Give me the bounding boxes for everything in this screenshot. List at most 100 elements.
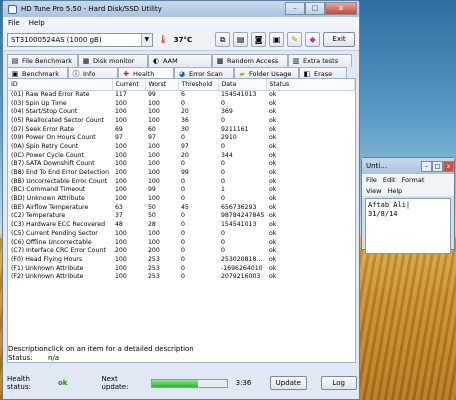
table-row[interactable]: (BD) Unknown Attribute 100 100 0 0 ok bbox=[8, 194, 355, 203]
table-cell: 200 bbox=[115, 247, 127, 255]
table-row[interactable]: (F1) Unknown Attribute 100 253 0 -1696264010… bbox=[8, 264, 355, 273]
table-row[interactable]: (F2) Unknown Attribute 100 253 0 2079216003 o… bbox=[8, 272, 355, 281]
table-cell: 100 bbox=[115, 186, 127, 194]
table-cell: 9211161 bbox=[221, 125, 249, 133]
menu-bar: File Help bbox=[3, 17, 359, 29]
notepad-title-bar[interactable]: Unti... – □ x bbox=[362, 158, 454, 174]
table-cell: (0C) Power Cycle Count bbox=[11, 151, 84, 159]
col-worst[interactable]: Worst bbox=[145, 79, 179, 91]
notepad-menu-file[interactable]: File bbox=[366, 176, 377, 184]
menu-file[interactable]: File bbox=[8, 19, 20, 27]
table-cell: (01) Raw Read Error Rate bbox=[11, 91, 90, 99]
table-cell: (C7) Interface CRC Error Count bbox=[11, 247, 106, 255]
table-cell: (F2) Unknown Attribute bbox=[11, 273, 84, 281]
table-cell: ok bbox=[269, 264, 277, 272]
table-cell: 154541013 bbox=[221, 91, 257, 99]
col-current[interactable]: Current bbox=[112, 79, 146, 91]
table-cell: 0 bbox=[181, 177, 185, 185]
table-row[interactable]: (C2) Temperature 37 50 0 98784247845 ok bbox=[8, 212, 355, 221]
table-row[interactable]: (C5) Current Pending Sector 100 100 0 0 ok bbox=[8, 229, 355, 238]
update-button[interactable]: Update bbox=[270, 376, 307, 390]
next-update-label: Next update: bbox=[101, 375, 129, 391]
chevron-down-icon[interactable]: ▼ bbox=[140, 33, 152, 46]
table-row[interactable]: (0A) Spin Retry Count 100 100 97 0 ok bbox=[8, 142, 355, 151]
col-threshold[interactable]: Threshold bbox=[178, 79, 219, 91]
notepad-menu-row-1: File Edit Format bbox=[362, 174, 454, 185]
table-cell: 0 bbox=[221, 229, 225, 237]
table-row[interactable]: (05) Reallocated Sector Count 100 100 36 0 ok bbox=[8, 116, 355, 125]
monitor-icon: ▦ bbox=[82, 57, 90, 65]
table-cell: ok bbox=[269, 273, 277, 281]
table-row[interactable]: (01) Raw Read Error Rate 117 99 6 154541013 o… bbox=[8, 90, 355, 99]
table-cell: 37 bbox=[115, 212, 123, 220]
menu-help[interactable]: Help bbox=[29, 19, 45, 27]
table-cell: 117 bbox=[115, 91, 127, 99]
table-cell: 0 bbox=[221, 99, 225, 107]
toolbar: ST31000524AS (1000 gB) ▼ 🌡 37°C ⧉ ▤ ◙ ▣ ✎… bbox=[3, 29, 359, 51]
health-panel: ID Current Worst Threshold Data Status (… bbox=[7, 78, 356, 363]
notepad-menu-edit[interactable]: Edit bbox=[383, 176, 396, 184]
maximize-button[interactable]: □ bbox=[305, 2, 325, 15]
copy-icon[interactable]: ⧉ bbox=[215, 32, 231, 47]
tab-disk-monitor[interactable]: ▦ Disk monitor bbox=[78, 54, 148, 67]
table-cell: ok bbox=[269, 151, 277, 159]
col-status[interactable]: Status bbox=[266, 79, 355, 91]
save-icon[interactable]: ▣ bbox=[269, 32, 285, 47]
notepad-menu-help[interactable]: Help bbox=[387, 187, 402, 195]
tab-aam[interactable]: ◐ AAM bbox=[148, 54, 212, 67]
table-row[interactable]: (04) Start/Stop Count 100 100 20 369 ok bbox=[8, 107, 355, 116]
table-row[interactable]: (B8) End To End Error Detection 100 100 99 0… bbox=[8, 168, 355, 177]
col-id[interactable]: ID bbox=[8, 79, 113, 91]
notepad-menu-format[interactable]: Format bbox=[401, 176, 424, 184]
table-row[interactable]: (09) Power On Hours Count 97 97 0 2910 ok bbox=[8, 133, 355, 142]
table-cell: 0 bbox=[221, 195, 225, 203]
table-cell: 656736293 bbox=[221, 203, 257, 211]
notepad-minimize-button[interactable]: – bbox=[421, 160, 432, 172]
table-cell: ok bbox=[269, 169, 277, 177]
copy-all-icon[interactable]: ▤ bbox=[233, 32, 249, 47]
table-cell: 0 bbox=[181, 186, 185, 194]
table-row[interactable]: (0C) Power Cycle Count 100 100 20 344 ok bbox=[8, 151, 355, 160]
table-header: ID Current Worst Threshold Data Status bbox=[8, 79, 355, 91]
minimize-button[interactable]: – bbox=[285, 2, 305, 15]
tools-icon[interactable]: ◆ bbox=[305, 32, 321, 47]
screenshot-icon[interactable]: ◙ bbox=[251, 32, 267, 47]
tab-random-access[interactable]: ▩ Random Access bbox=[212, 54, 288, 67]
table-cell: 100 bbox=[115, 273, 127, 281]
table-row[interactable]: (C6) Offline Uncorrectable 100 100 0 0 ok bbox=[8, 238, 355, 247]
table-cell: (C5) Current Pending Sector bbox=[11, 229, 98, 237]
notepad-window: Unti... – □ x File Edit Format View Help… bbox=[361, 157, 455, 254]
table-cell: 100 bbox=[148, 169, 160, 177]
table-cell: (BD) Unknown Attribute bbox=[11, 195, 85, 203]
options-icon[interactable]: ✎ bbox=[287, 32, 303, 47]
table-row[interactable]: (07) Seek Error Rate 69 60 30 9211161 ok bbox=[8, 125, 355, 134]
table-cell: 100 bbox=[115, 99, 127, 107]
table-cell: 253 bbox=[148, 264, 160, 272]
table-row[interactable]: (BB) Uncorrectable Error Count 100 100 0 0 ok bbox=[8, 177, 355, 186]
table-row[interactable]: (C3) Hardware ECC Recovered 48 28 0 15454101… bbox=[8, 220, 355, 229]
notepad-menu-view[interactable]: View bbox=[366, 187, 381, 195]
table-row[interactable]: (BE) Airflow Temperature 63 50 45 656736293 o… bbox=[8, 203, 355, 212]
notepad-close-button[interactable]: x bbox=[443, 160, 454, 172]
notepad-maximize-button[interactable]: □ bbox=[432, 160, 443, 172]
close-button[interactable]: x bbox=[325, 2, 357, 15]
tab-extra-tests[interactable]: ▥ Extra tests bbox=[288, 54, 352, 67]
table-cell: ok bbox=[269, 125, 277, 133]
notepad-text-area[interactable]: Aftab Ali| 31/8/14 bbox=[365, 198, 451, 254]
table-cell: 99 bbox=[181, 169, 189, 177]
log-button[interactable]: Log bbox=[320, 376, 357, 390]
table-row[interactable]: (F0) Head Flying Hours 100 253 0 253020818..… bbox=[8, 255, 355, 264]
tab-file-benchmark[interactable]: ▤ File Benchmark bbox=[7, 54, 78, 67]
drive-select[interactable]: ST31000524AS (1000 gB) ▼ bbox=[7, 32, 153, 47]
table-row[interactable]: (B7) SATA Downshift Count 100 100 0 0 ok bbox=[8, 160, 355, 169]
title-bar[interactable]: HD Tune Pro 5.50 - Hard Disk/SSD Utility… bbox=[3, 1, 359, 17]
exit-button[interactable]: Exit bbox=[323, 32, 356, 47]
table-row[interactable]: (C7) Interface CRC Error Count 200 200 0 0 ok bbox=[8, 246, 355, 255]
table-row[interactable]: (BC) Command Timeout 100 99 0 1 ok bbox=[8, 186, 355, 195]
col-data[interactable]: Data bbox=[218, 79, 267, 91]
table-cell: 0 bbox=[181, 264, 185, 272]
window-title: HD Tune Pro 5.50 - Hard Disk/SSD Utility bbox=[21, 5, 162, 13]
table-row[interactable]: (03) Spin Up Time 100 100 0 0 ok bbox=[8, 99, 355, 108]
table-cell: ok bbox=[269, 229, 277, 237]
table-cell: 100 bbox=[115, 264, 127, 272]
